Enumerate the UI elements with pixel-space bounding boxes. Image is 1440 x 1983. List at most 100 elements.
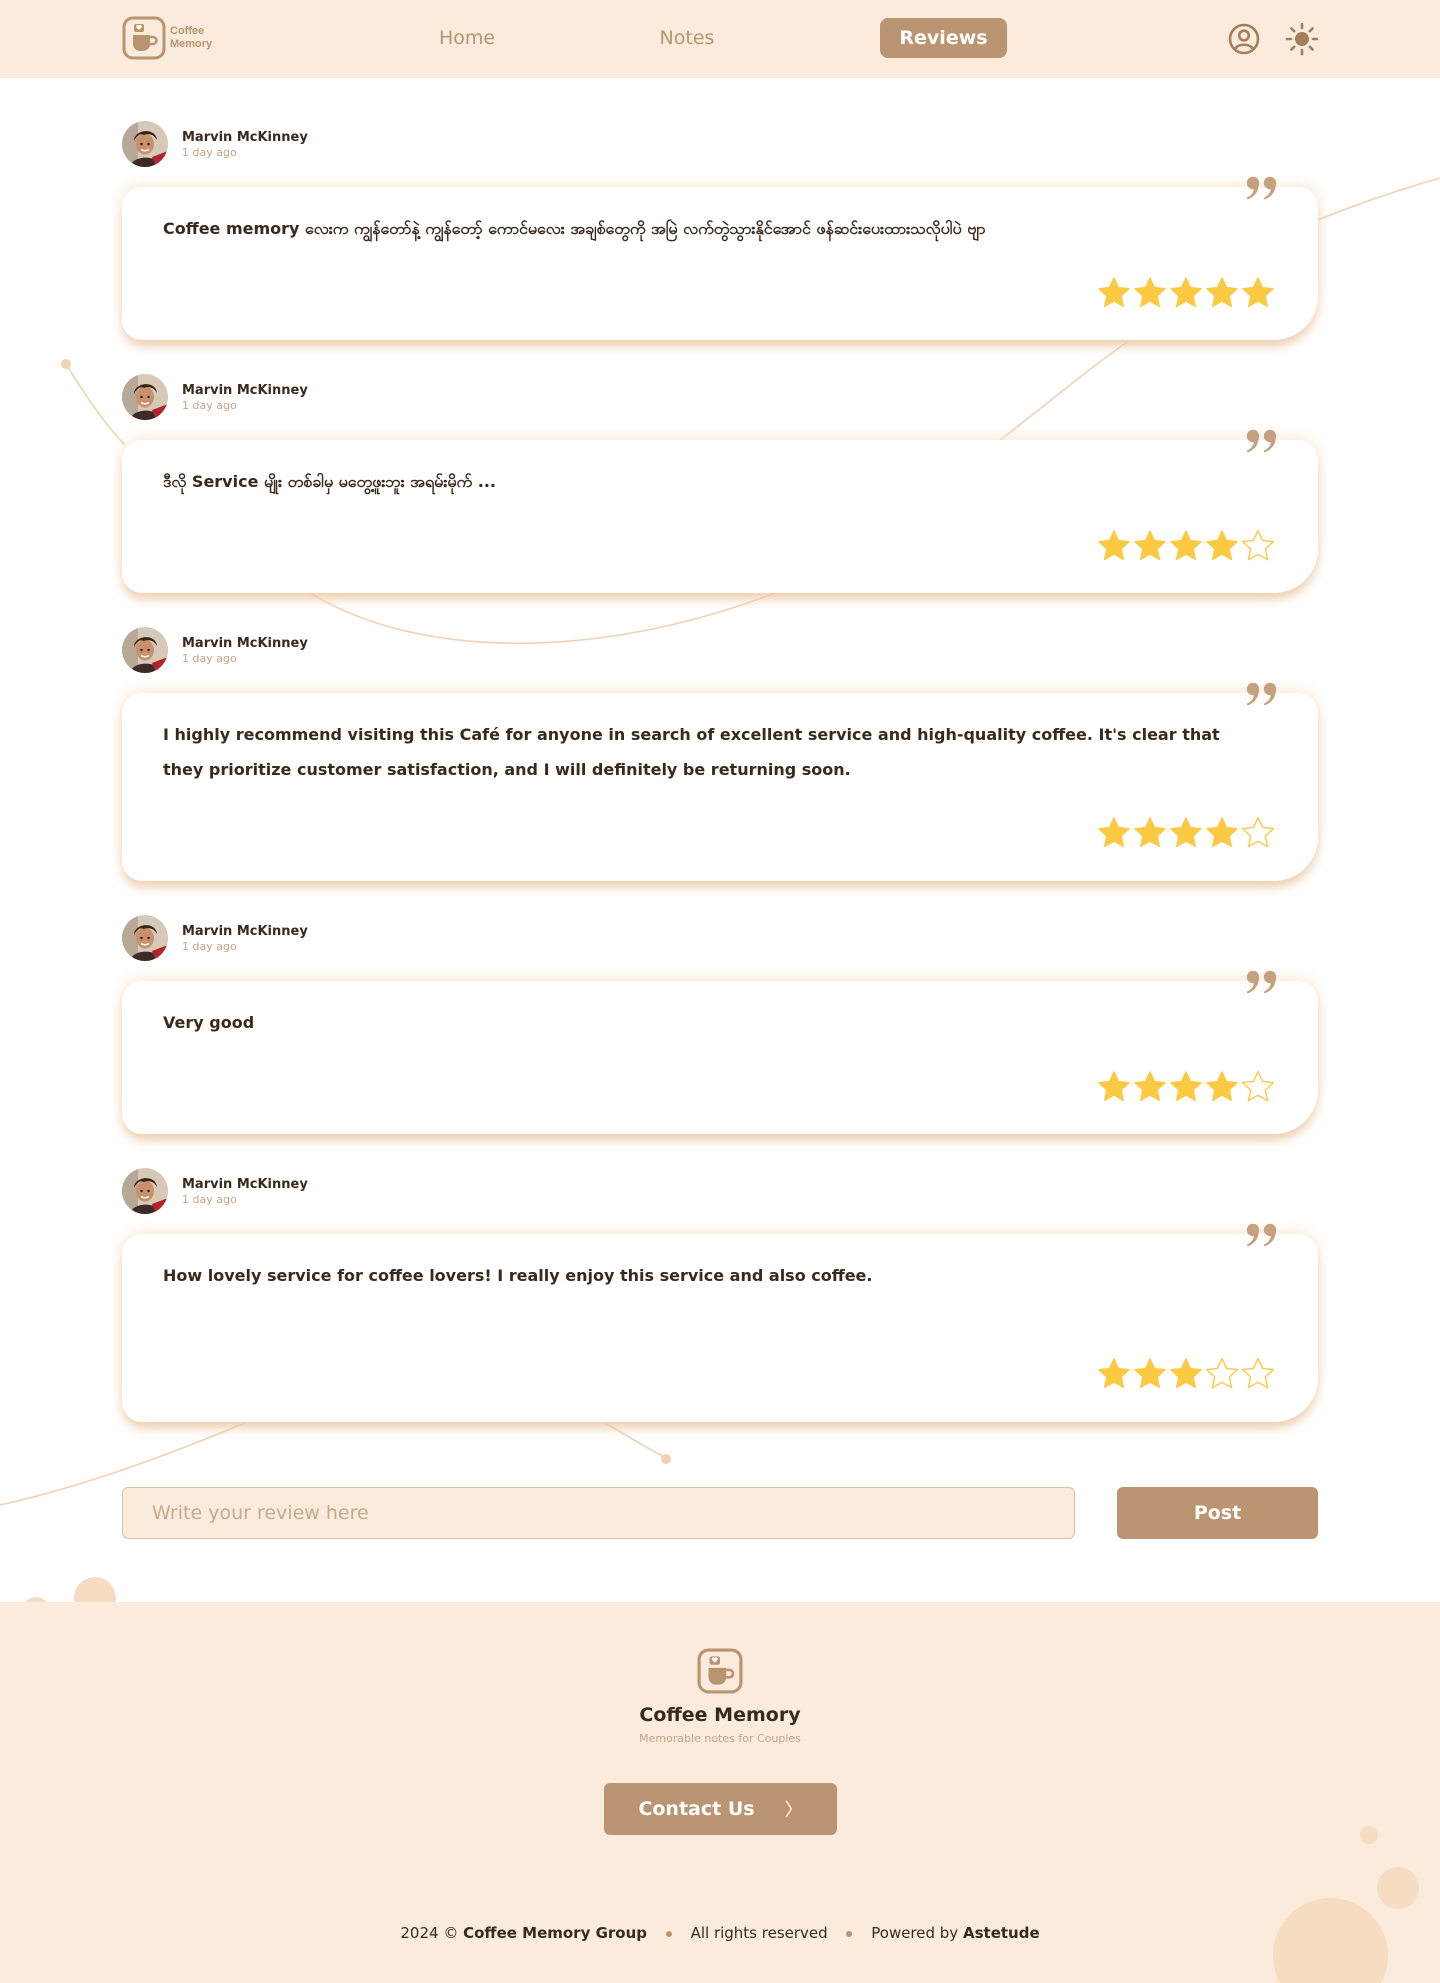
star-filled-icon xyxy=(1098,277,1130,308)
star-filled-icon xyxy=(1206,1071,1238,1102)
star-filled-icon xyxy=(1170,277,1202,308)
star-rating xyxy=(1096,1356,1276,1392)
review-item: Marvin McKinney 1 day ago Coffee memory … xyxy=(122,120,1318,345)
star-filled-icon xyxy=(1170,530,1202,561)
reviewer-name: Marvin McKinney xyxy=(182,382,308,398)
reviewer-name: Marvin McKinney xyxy=(182,129,308,145)
review-card: I highly recommend visiting this Café fo… xyxy=(122,693,1318,881)
star-filled-icon xyxy=(1242,277,1274,308)
avatar[interactable] xyxy=(122,1168,168,1214)
review-text: How lovely service for coffee lovers! I … xyxy=(163,1266,873,1285)
star-filled-icon xyxy=(1134,530,1166,561)
footer-tagline: Memorable notes for Couples xyxy=(639,1732,801,1745)
nav-link-home[interactable]: Home xyxy=(420,18,514,58)
review-card: Coffee memory လေးက ကျွန်တော်နဲ့ ကျွန်တော… xyxy=(122,187,1318,340)
separator-dot xyxy=(846,1930,853,1937)
brand-logo[interactable]: Coffee Memory xyxy=(122,16,212,60)
star-filled-icon xyxy=(1170,1071,1202,1102)
decor-bubble xyxy=(1377,1867,1419,1909)
star-filled-icon xyxy=(1134,277,1166,308)
star-rating xyxy=(1096,528,1276,564)
powered-prefix: Powered by xyxy=(871,1924,959,1942)
reviewer: Marvin McKinney 1 day ago xyxy=(122,914,308,962)
coffee-cup-logo-icon xyxy=(697,1648,743,1694)
review-text: I highly recommend visiting this Café fo… xyxy=(163,725,1220,779)
star-empty-icon xyxy=(1241,1357,1275,1389)
reviewer-meta: Marvin McKinney 1 day ago xyxy=(182,382,308,413)
star-filled-icon xyxy=(1098,817,1130,848)
copyright-year: 2024 © xyxy=(400,1924,459,1942)
quote-icon xyxy=(1246,682,1277,706)
rights-text: All rights reserved xyxy=(690,1924,828,1942)
contact-us-button[interactable]: Contact Us 〉 xyxy=(604,1783,837,1835)
star-empty-icon xyxy=(1205,1357,1239,1389)
reviewer-meta: Marvin McKinney 1 day ago xyxy=(182,129,308,160)
star-filled-icon xyxy=(1206,277,1238,308)
star-rating xyxy=(1096,1069,1276,1105)
review-text: ဒီလို Service မျိုး တစ်ခါမှ မတွေ့ဖူးဘူး … xyxy=(163,472,496,491)
decor-bubble xyxy=(1273,1898,1388,1983)
star-filled-icon xyxy=(1134,1071,1166,1102)
star-filled-icon xyxy=(1134,1358,1166,1389)
copyright-group: Coffee Memory Group xyxy=(463,1924,648,1942)
review-item: Marvin McKinney 1 day ago I highly recom… xyxy=(122,626,1318,881)
top-navbar: Coffee Memory Home Notes Reviews xyxy=(0,0,1440,78)
chevron-right-icon: 〉 xyxy=(784,1800,803,1821)
decor-bubble xyxy=(1360,1826,1378,1844)
separator-dot xyxy=(665,1930,672,1937)
brand-name: Coffee Memory xyxy=(170,25,212,51)
footer: Coffee Memory Memorable notes for Couple… xyxy=(0,1602,1440,1983)
avatar[interactable] xyxy=(122,374,168,420)
reviewer: Marvin McKinney 1 day ago xyxy=(122,1167,308,1215)
review-input[interactable] xyxy=(122,1487,1075,1539)
avatar[interactable] xyxy=(122,915,168,961)
star-filled-icon xyxy=(1098,530,1130,561)
review-time: 1 day ago xyxy=(182,145,237,159)
reviewer-meta: Marvin McKinney 1 day ago xyxy=(182,1176,308,1207)
sun-icon[interactable] xyxy=(1285,22,1319,56)
review-item: Marvin McKinney 1 day ago Very good xyxy=(122,914,1318,1139)
star-filled-icon xyxy=(1098,1358,1130,1389)
reviewer-name: Marvin McKinney xyxy=(182,923,308,939)
quote-icon xyxy=(1246,429,1277,453)
quote-icon xyxy=(1246,1223,1277,1247)
nav-link-notes[interactable]: Notes xyxy=(640,18,734,58)
quote-icon xyxy=(1246,970,1277,994)
star-filled-icon xyxy=(1134,817,1166,848)
reviewer-meta: Marvin McKinney 1 day ago xyxy=(182,635,308,666)
reviewer: Marvin McKinney 1 day ago xyxy=(122,373,308,421)
user-circle-icon[interactable] xyxy=(1227,22,1261,56)
review-item: Marvin McKinney 1 day ago ဒီလို Service … xyxy=(122,373,1318,598)
star-empty-icon xyxy=(1241,1070,1275,1102)
star-rating xyxy=(1096,275,1276,311)
reviewer-name: Marvin McKinney xyxy=(182,1176,308,1192)
coffee-cup-logo-icon xyxy=(122,16,166,60)
review-time: 1 day ago xyxy=(182,651,237,665)
review-time: 1 day ago xyxy=(182,398,237,412)
star-empty-icon xyxy=(1241,816,1275,848)
avatar[interactable] xyxy=(122,627,168,673)
star-filled-icon xyxy=(1206,817,1238,848)
review-text: Very good xyxy=(163,1013,255,1032)
review-time: 1 day ago xyxy=(182,1192,237,1206)
quote-icon xyxy=(1246,176,1277,200)
star-filled-icon xyxy=(1098,1071,1130,1102)
brand-name-line2: Memory xyxy=(170,38,213,50)
review-item: Marvin McKinney 1 day ago How lovely ser… xyxy=(122,1167,1318,1427)
review-card: How lovely service for coffee lovers! I … xyxy=(122,1234,1318,1422)
brand-name-line1: Coffee xyxy=(170,25,205,37)
powered-by-link[interactable]: Astetude xyxy=(963,1924,1040,1942)
footer-title: Coffee Memory xyxy=(639,1704,801,1726)
reviewer-meta: Marvin McKinney 1 day ago xyxy=(182,923,308,954)
copyright: 2024 © Coffee Memory Group All rights re… xyxy=(0,1924,1440,1942)
review-card: Very good xyxy=(122,981,1318,1134)
star-filled-icon xyxy=(1170,817,1202,848)
avatar[interactable] xyxy=(122,121,168,167)
nav-link-reviews[interactable]: Reviews xyxy=(880,18,1007,58)
reviewer: Marvin McKinney 1 day ago xyxy=(122,626,308,674)
review-card: ဒီလို Service မျိုး တစ်ခါမှ မတွေ့ဖူးဘူး … xyxy=(122,440,1318,593)
post-button[interactable]: Post xyxy=(1117,1487,1318,1539)
review-time: 1 day ago xyxy=(182,939,237,953)
review-text: Coffee memory လေးက ကျွန်တော်နဲ့ ကျွန်တော… xyxy=(163,219,986,238)
star-filled-icon xyxy=(1170,1358,1202,1389)
